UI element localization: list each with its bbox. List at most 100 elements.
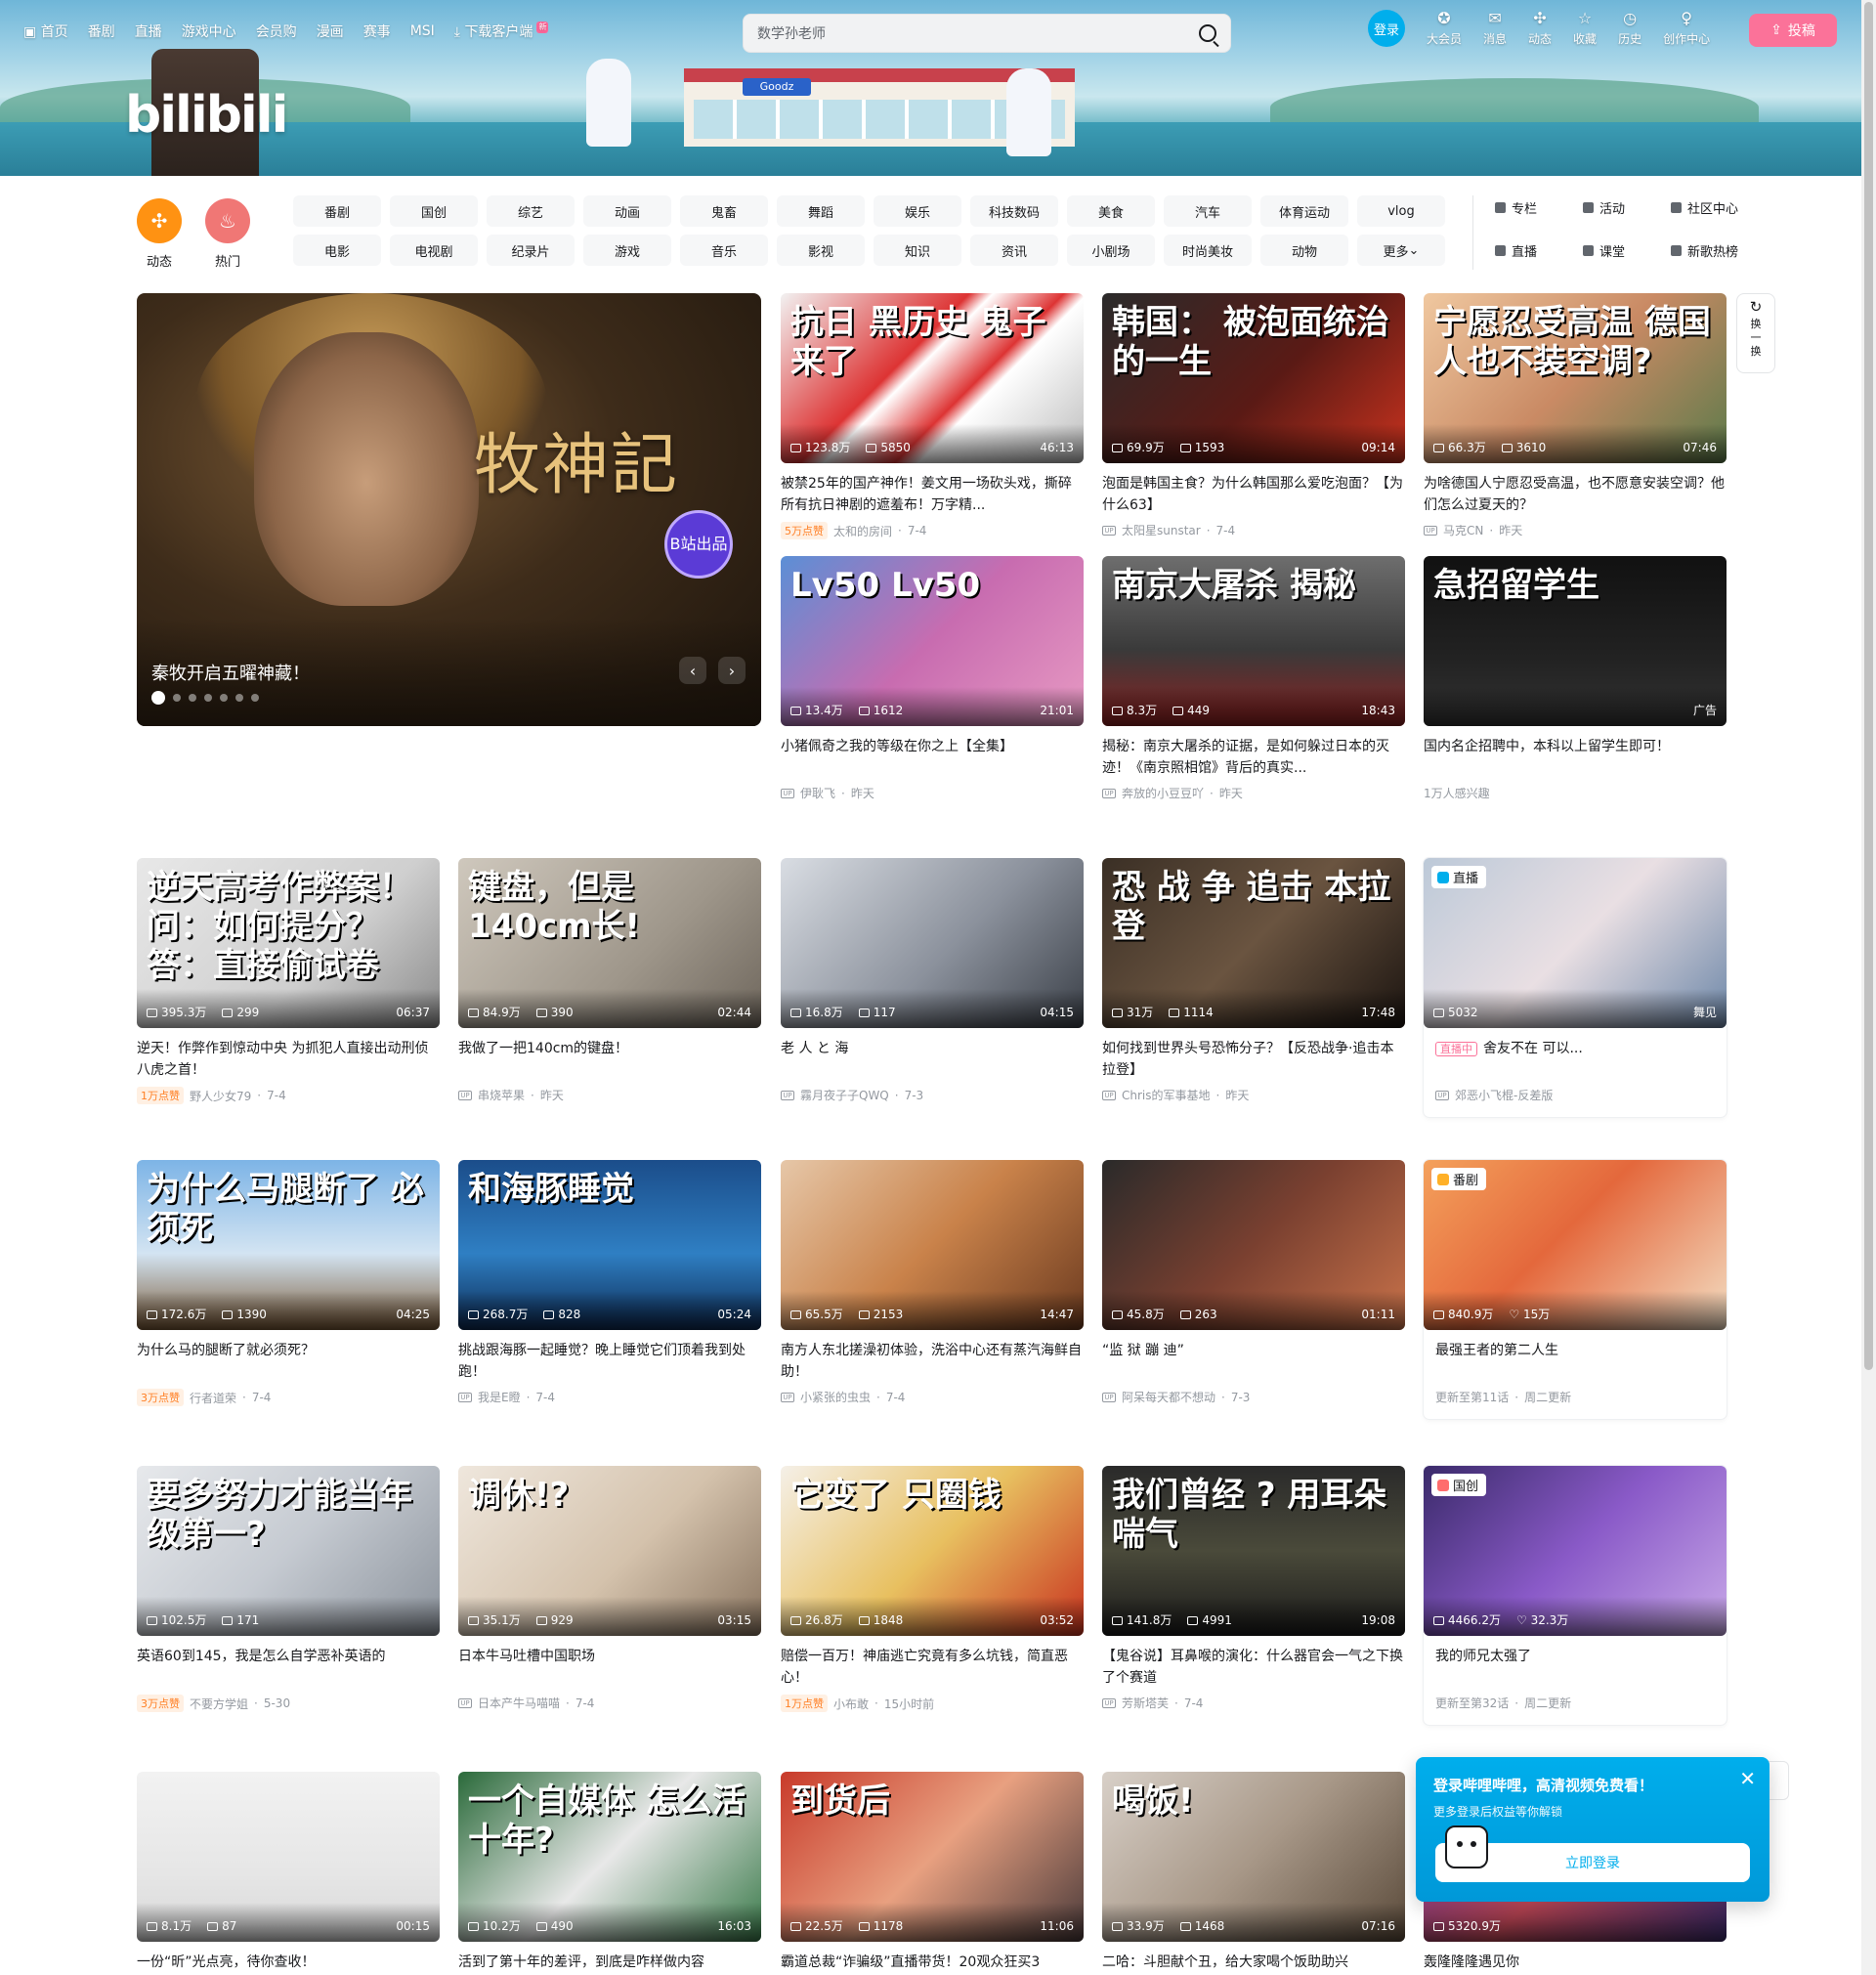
video-title[interactable]: 老 人 と 海 xyxy=(781,1038,1084,1081)
video-card[interactable]: 要多努力才能当年级第一? 102.5万 171 英语60到145，我是怎么自学恶补英语… xyxy=(137,1466,440,1712)
carousel-dot[interactable] xyxy=(251,694,259,702)
nav-creator[interactable]: ♀ 创作中心 xyxy=(1663,10,1710,47)
uploader-name[interactable]: 串烧苹果 xyxy=(478,1087,525,1103)
video-title[interactable]: 为什么马的腿断了就必须死？ xyxy=(137,1340,440,1383)
uploader-name[interactable]: 奔放的小豆豆吖 xyxy=(1122,785,1204,801)
video-title[interactable]: 南方人东北搓澡初体验，洗浴中心还有蒸汽海鲜自助！ xyxy=(781,1340,1084,1383)
video-thumbnail[interactable]: 调休!? 35.1万 929 03:15 xyxy=(458,1466,761,1636)
video-thumbnail[interactable]: 一个自媒体 怎么活十年? 10.2万 490 16:03 xyxy=(458,1772,761,1942)
search-input[interactable]: 数学孙老师 xyxy=(757,23,1199,43)
video-title[interactable]: 英语60到145，我是怎么自学恶补英语的 xyxy=(137,1646,440,1689)
nav-bangumi[interactable]: 番剧 xyxy=(88,21,115,41)
carousel-prev-button[interactable]: ‹ xyxy=(679,657,706,684)
video-thumbnail[interactable]: 和海豚睡觉 268.7万 828 05:24 xyxy=(458,1160,761,1330)
login-avatar-button[interactable]: 登录 xyxy=(1368,10,1405,47)
channel-chip[interactable]: 番剧 xyxy=(293,195,381,227)
nav-dynamic[interactable]: ✣ 动态 xyxy=(1528,10,1552,47)
nav-favorite[interactable]: ☆ 收藏 xyxy=(1573,10,1597,47)
video-thumbnail[interactable]: 键盘，但是140cm长! 84.9万 390 02:44 xyxy=(458,858,761,1028)
scrollbar[interactable] xyxy=(1861,0,1876,1975)
video-title[interactable]: 一份“昕”光点亮，待你查收！ xyxy=(137,1952,440,1975)
nav-vip[interactable]: ✪ 大会员 xyxy=(1427,10,1462,47)
channel-side-link[interactable]: 专栏 xyxy=(1495,195,1583,219)
video-card[interactable]: 键盘，但是140cm长! 84.9万 390 02:44 我做了一把140cm的键盘！ U… xyxy=(458,858,761,1103)
nav-msi[interactable]: MSI xyxy=(410,23,435,39)
channel-chip[interactable]: 动物 xyxy=(1260,235,1348,266)
video-card[interactable]: 南京大屠杀 揭秘 8.3万 449 18:43 揭秘：南京大屠杀的证据，是如何躲过日本的… xyxy=(1102,556,1405,801)
uploader-name[interactable]: 芳斯塔芙 xyxy=(1122,1695,1169,1711)
channel-hot[interactable]: ♨ 热门 xyxy=(205,198,250,270)
video-title[interactable]: 小猪佩奇之我的等级在你之上【全集】 xyxy=(781,736,1084,779)
video-thumbnail[interactable]: 恐 战 争 追击 本拉登 31万 1114 17:48 xyxy=(1102,858,1405,1028)
video-card[interactable]: 喝饭! 33.9万 1468 07:16 二哈：斗胆献个丑，给大家喝个饭助助兴 xyxy=(1102,1772,1405,1975)
channel-side-link[interactable]: 课堂 xyxy=(1583,238,1671,262)
video-thumbnail[interactable]: 45.8万 263 01:11 xyxy=(1102,1160,1405,1330)
carousel-next-button[interactable]: › xyxy=(718,657,746,684)
nav-mall[interactable]: 会员购 xyxy=(256,21,297,41)
video-title[interactable]: 被禁25年的国产神作！姜文用一场砍头戏，撕碎所有抗日神剧的遮羞布！万字精... xyxy=(781,473,1084,516)
refresh-button[interactable]: ↻ 换一换 xyxy=(1736,293,1775,373)
video-card[interactable]: 一个自媒体 怎么活十年? 10.2万 490 16:03 活到了第十年的差评，到底是咋样… xyxy=(458,1772,761,1975)
video-thumbnail[interactable]: 到货后 22.5万 1178 11:06 xyxy=(781,1772,1084,1942)
channel-side-link[interactable]: 直播 xyxy=(1495,238,1583,262)
video-card[interactable]: 急招留学生 广告 国内名企招聘中，本科以上留学生即可！ 1万人感兴趣 xyxy=(1424,556,1727,801)
scrollbar-thumb[interactable] xyxy=(1864,2,1873,1370)
video-title[interactable]: 活到了第十年的差评，到底是咋样做内容 xyxy=(458,1952,761,1975)
channel-chip[interactable]: 影视 xyxy=(777,235,865,266)
nav-message[interactable]: ✉ 消息 xyxy=(1483,10,1507,47)
channel-chip[interactable]: 知识 xyxy=(874,235,961,266)
video-title[interactable]: 我的师兄太强了 xyxy=(1424,1646,1727,1689)
carousel-dot[interactable] xyxy=(204,694,212,702)
video-card[interactable]: 和海豚睡觉 268.7万 828 05:24 挑战跟海豚一起睡觉？晚上睡觉它们顶着我到处… xyxy=(458,1160,761,1405)
video-thumbnail[interactable]: 宁愿忍受高温 德国人也不装空调? 66.3万 3610 07:46 xyxy=(1424,293,1727,463)
video-card[interactable]: 番剧 840.9万 ♡ 15万 最强王者的第二人生 更新至第11话 · 周二更新 xyxy=(1424,1160,1727,1419)
channel-side-link[interactable]: 新歌热榜 xyxy=(1671,238,1759,262)
video-title[interactable]: 霸道总裁“诈骗级”直播带货！20观众狂买3 xyxy=(781,1952,1084,1975)
uploader-name[interactable]: 野人少女79 xyxy=(190,1088,251,1104)
uploader-name[interactable]: 小布敢 xyxy=(833,1696,869,1712)
video-title[interactable]: 挑战跟海豚一起睡觉？晚上睡觉它们顶着我到处跑！ xyxy=(458,1340,761,1383)
video-card[interactable]: 国创 4466.2万 ♡ 32.3万 我的师兄太强了 更新至第32话 · 周二更新 xyxy=(1424,1466,1727,1725)
uploader-name[interactable]: 不要方学姐 xyxy=(190,1696,248,1712)
video-card[interactable]: 65.5万 2153 14:47 南方人东北搓澡初体验，洗浴中心还有蒸汽海鲜自助！ UP… xyxy=(781,1160,1084,1405)
video-thumbnail[interactable]: 番剧 840.9万 ♡ 15万 xyxy=(1424,1160,1727,1330)
channel-chip[interactable]: 科技数码 xyxy=(970,195,1058,227)
video-thumbnail[interactable]: 为什么马腿断了 必须死 172.6万 1390 04:25 xyxy=(137,1160,440,1330)
video-card[interactable]: 我们曾经 ? 用耳朵喘气 141.8万 4991 19:08 【鬼谷说】耳鼻喉的演化：什… xyxy=(1102,1466,1405,1711)
channel-chip[interactable]: 体育运动 xyxy=(1260,195,1348,227)
channel-chip[interactable]: 小剧场 xyxy=(1067,235,1155,266)
uploader-name[interactable]: 行者道荣 xyxy=(190,1390,236,1406)
uploader-name[interactable]: 太阳星sunstar xyxy=(1122,522,1201,538)
uploader-name[interactable]: 马克CN xyxy=(1443,522,1483,538)
carousel-dot[interactable] xyxy=(173,694,181,702)
video-thumbnail[interactable]: Lv50 Lv50 13.4万 1612 21:01 xyxy=(781,556,1084,726)
uploader-name[interactable]: 伊耿飞 xyxy=(800,785,835,801)
video-card[interactable]: 8.1万 87 00:15 一份“昕”光点亮，待你查收！ xyxy=(137,1772,440,1975)
channel-chip[interactable]: 综艺 xyxy=(487,195,575,227)
upload-button[interactable]: ⇪ 投稿 xyxy=(1749,14,1837,47)
video-title[interactable]: 直播中 舍友不在 可以... xyxy=(1424,1038,1727,1081)
nav-game-center[interactable]: 游戏中心 xyxy=(182,21,236,41)
channel-chip[interactable]: 汽车 xyxy=(1164,195,1252,227)
uploader-name[interactable]: 霧月夜子子QWQ xyxy=(800,1087,889,1103)
video-title[interactable]: 揭秘：南京大屠杀的证据，是如何躲过日本的灭迹！《南京照相馆》背后的真实... xyxy=(1102,736,1405,779)
video-thumbnail[interactable]: 16.8万 117 04:15 xyxy=(781,858,1084,1028)
video-thumbnail[interactable]: 直播 5032 舞见 xyxy=(1424,858,1727,1028)
channel-chip[interactable]: 动画 xyxy=(583,195,671,227)
video-thumbnail[interactable]: 它变了 只圈钱 26.8万 1848 03:52 xyxy=(781,1466,1084,1636)
video-card[interactable]: 恐 战 争 追击 本拉登 31万 1114 17:48 如何找到世界头号恐怖分子？【反恐… xyxy=(1102,858,1405,1103)
video-title[interactable]: 二哈：斗胆献个丑，给大家喝个饭助助兴 xyxy=(1102,1952,1405,1975)
video-card[interactable]: 为什么马腿断了 必须死 172.6万 1390 04:25 为什么马的腿断了就必须死？ 3… xyxy=(137,1160,440,1406)
video-card[interactable]: Lv50 Lv50 13.4万 1612 21:01 小猪佩奇之我的等级在你之上【全集】… xyxy=(781,556,1084,801)
video-card[interactable]: 逆天高考作弊案！ 问：如何提分？ 答：直接偷试卷 395.3万 299 06:37 逆天… xyxy=(137,858,440,1104)
video-title[interactable]: 最强王者的第二人生 xyxy=(1424,1340,1727,1383)
channel-chip[interactable]: 音乐 xyxy=(680,235,768,266)
nav-manga[interactable]: 漫画 xyxy=(317,21,344,41)
nav-download[interactable]: ⤓ 下载客户端新 xyxy=(454,21,549,41)
uploader-name[interactable]: 我是E瞪 xyxy=(478,1389,521,1405)
channel-chip[interactable]: 娱乐 xyxy=(874,195,961,227)
video-thumbnail[interactable]: 韩国： 被泡面统治的一生 69.9万 1593 09:14 xyxy=(1102,293,1405,463)
video-card[interactable]: 直播 5032 舞见 直播中 舍友不在 可以... UP 郊恶小飞棍-反差版 xyxy=(1424,858,1727,1117)
channel-dynamic[interactable]: ✣ 动态 xyxy=(137,198,182,270)
bilibili-logo[interactable]: bilibili xyxy=(125,86,288,145)
